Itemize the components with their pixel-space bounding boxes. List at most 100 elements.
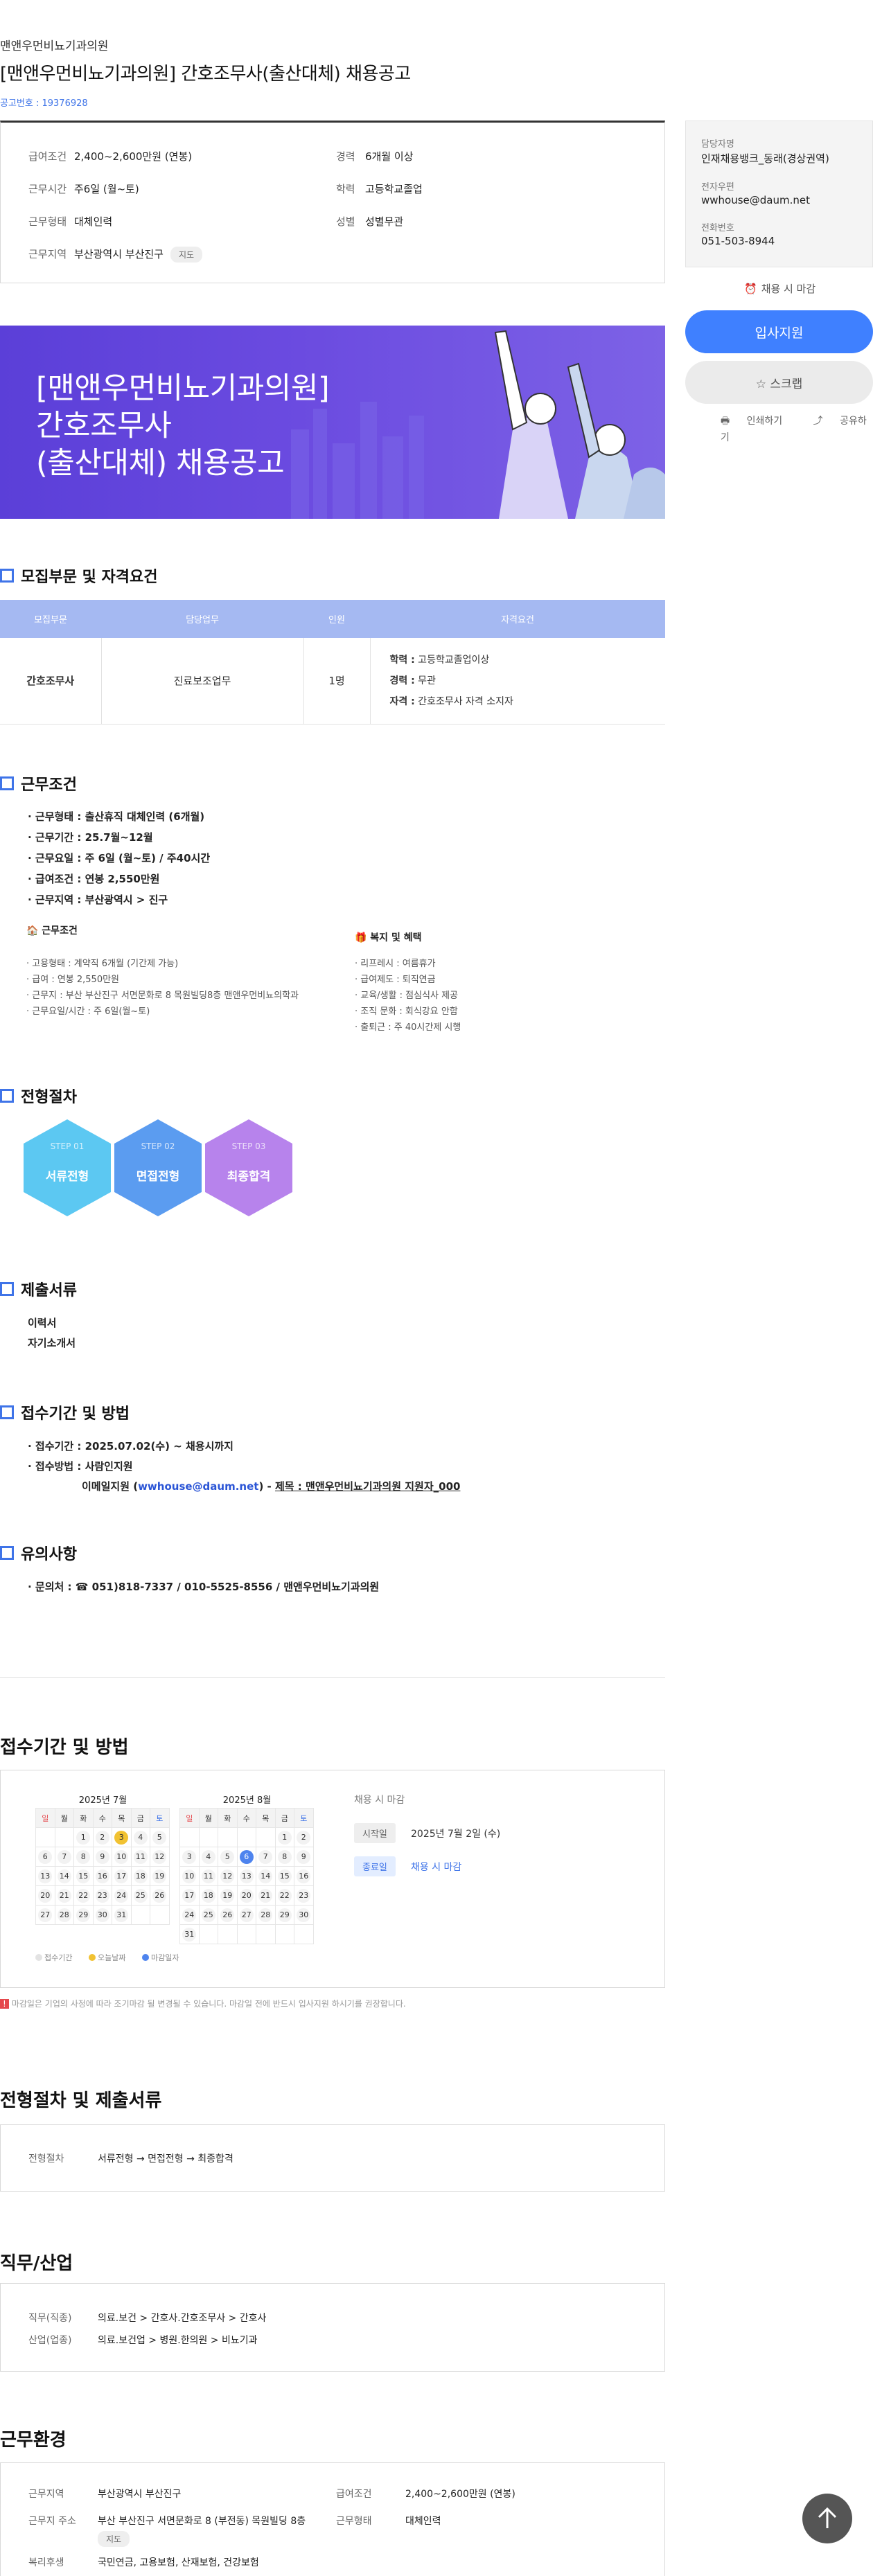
day-cell: 9: [92, 1847, 112, 1867]
day-cell: [54, 1827, 74, 1847]
day-number: 18: [133, 1869, 148, 1883]
day-cell: [218, 1924, 238, 1944]
day-number: 12: [152, 1849, 167, 1864]
day-number: 15: [277, 1869, 292, 1883]
benefits-list: · 리프레시 : 여름휴가 · 급여제도 : 퇴직연금 · 교육/생활 : 점심…: [355, 956, 461, 1036]
calendar-grid: 일 월 화 수 목 금 토 1 2 3 4 5 6 7 8 9 10 11 12 13 14 15 16 17 18 19 20 21…: [179, 1808, 314, 1944]
month-title: 2025년 7월: [78, 1795, 127, 1806]
print-button[interactable]: 🖶 인쇄하기: [721, 416, 796, 427]
day-number: 4: [201, 1849, 215, 1864]
day-cell: 31: [179, 1924, 200, 1944]
end-tag: 종료일: [354, 1856, 396, 1876]
industry-box: 직무(직종) 의료.보건 > 간호사.간호조무사 > 간호사 산업(업종) 의료.보…: [0, 2283, 665, 2372]
value: 2,400~2,600만원 (연봉): [405, 2489, 515, 2500]
apply-email-line: 이메일지원 (wwhouse@daum.net) - 제목 : 맨앤우먼비뇨기과…: [82, 1479, 460, 1493]
label: 경력: [336, 150, 355, 163]
day-cell: 1: [73, 1827, 94, 1847]
day-number: 8: [277, 1849, 292, 1864]
step-number: STEP 01: [50, 1142, 85, 1151]
day-cell: 12: [218, 1866, 238, 1886]
legend-label: 접수기간: [44, 1953, 73, 1962]
weekday-cell: 월: [54, 1808, 74, 1828]
day-cell: 21: [256, 1885, 276, 1906]
summary-box: 급여조건 2,400~2,600만원 (연봉) 경력 6개월 이상 근무시간 주6일 …: [0, 121, 665, 283]
legend-period: 접수기간: [35, 1953, 79, 1962]
day-number: 29: [277, 1908, 292, 1922]
company-name[interactable]: 맨앤우먼비뇨기과의원: [0, 36, 108, 53]
day-cell: 25: [130, 1885, 150, 1906]
apply-period: · 접수기간 : 2025.07.02(수) ~ 채용시까지: [28, 1440, 233, 1453]
process-step-2: STEP 02 면접전형: [114, 1119, 202, 1216]
day-cell: [294, 1924, 314, 1944]
environment-box: 근무지역 부산광역시 부산진구 급여조건 2,400~2,600만원 (연봉) 근무…: [0, 2462, 665, 2576]
weekday-cell: 일: [35, 1808, 55, 1828]
apply-method: · 접수방법 : 사람인지원: [28, 1460, 133, 1473]
email-link[interactable]: wwhouse@daum.net: [138, 1480, 258, 1493]
job-row: 직무(직종) 의료.보건 > 간호사.간호조무사 > 간호사: [28, 2311, 266, 2325]
day-number: 5: [152, 1830, 167, 1845]
day-cell: 11: [198, 1866, 218, 1886]
cell-requirement: 학력 : 고등학교졸업이상 경력 : 무관 자격 : 간호조무사 자격 소지자: [369, 638, 666, 725]
day-number: 18: [201, 1888, 215, 1903]
day-number: 7: [258, 1849, 273, 1864]
value: 대체인력: [74, 215, 113, 228]
day-number: 30: [297, 1908, 311, 1922]
day-number: 22: [76, 1888, 91, 1903]
value: 고등학교졸업: [365, 183, 423, 195]
week-row: 12345: [35, 1827, 170, 1847]
day-cell: 19: [218, 1885, 238, 1906]
label: 성별: [336, 215, 355, 228]
list-item: · 급여제도 : 퇴직연금: [355, 975, 436, 985]
map-button[interactable]: 지도: [170, 247, 203, 263]
day-cell: 3: [179, 1847, 200, 1867]
week-row: 3456789: [179, 1847, 314, 1867]
day-number: 13: [239, 1869, 254, 1883]
cell-part: 간호조무사: [0, 638, 101, 725]
day-cell: 7: [256, 1847, 276, 1867]
weekday-cell: 토: [150, 1808, 170, 1828]
day-number: 23: [95, 1888, 109, 1903]
value: 대체인력: [405, 2516, 441, 2527]
caution-contact: · 문의처 : ☎ 051)818-7337 / 010-5525-8556 /…: [28, 1581, 380, 1593]
map-button[interactable]: 지도: [98, 2531, 130, 2547]
env-area: 근무지역 부산광역시 부산진구: [28, 2487, 181, 2501]
list-item: · 급여조건 : 연봉 2,550만원: [28, 873, 160, 885]
warning-icon: !: [0, 1999, 9, 2009]
apply-button[interactable]: 입사지원: [685, 310, 873, 353]
day-cell: 19: [150, 1866, 170, 1886]
scrap-button[interactable]: ☆ 스크랩: [685, 361, 873, 404]
value[interactable]: 051-503-8944: [701, 235, 857, 247]
col-duty: 담당업무: [101, 600, 303, 638]
day-number: 7: [57, 1849, 71, 1864]
week-row: 31: [179, 1924, 314, 1944]
env-type: 근무형태 대체인력: [336, 2514, 441, 2528]
value[interactable]: wwhouse@daum.net: [701, 194, 857, 206]
list-item: · 고용형태 : 계약직 6개월 (기간제 가능): [26, 959, 179, 969]
day-number: 3: [182, 1849, 197, 1864]
conditions-section-title: 근무조건: [0, 772, 77, 794]
side-deadline: 채용 시 마감: [354, 1795, 405, 1806]
label: 복리후생: [28, 2557, 64, 2568]
day-cell: 21: [54, 1885, 74, 1906]
env-address: 근무지 주소 부산 부산진구 서면문화로 8 (부전동) 목원빌딩 8층: [28, 2514, 306, 2528]
week-row: 20 21 22 23 24 25 26: [35, 1885, 170, 1906]
day-cell: 4: [198, 1847, 218, 1867]
day-number: 1: [76, 1830, 91, 1845]
step-name: 면접전형: [136, 1170, 180, 1184]
day-cell: 9: [294, 1847, 314, 1867]
apply-section-title: 접수기간 및 방법: [0, 1401, 130, 1423]
summary-hours: 근무시간 주6일 (월~토): [28, 181, 139, 196]
scroll-top-button[interactable]: [802, 2494, 852, 2543]
label: 직무(직종): [28, 2313, 72, 2324]
label: 근무지역: [28, 248, 67, 260]
week-row: 27 28 29 30 31: [35, 1905, 170, 1925]
day-cell: [179, 1827, 200, 1847]
day-cell: [236, 1827, 256, 1847]
summary-area: 근무지역 부산광역시 부산진구 지도: [28, 247, 203, 263]
day-cell: [256, 1924, 276, 1944]
value: 6개월 이상: [365, 150, 414, 163]
day-cell: [218, 1827, 238, 1847]
job-banner: [맨앤우먼비뇨기과의원] 간호조무사 (출산대체) 채용공고: [0, 326, 665, 519]
day-cell: 2: [92, 1827, 112, 1847]
req-license: 자격 : 간호조무사 자격 소지자: [390, 691, 666, 712]
